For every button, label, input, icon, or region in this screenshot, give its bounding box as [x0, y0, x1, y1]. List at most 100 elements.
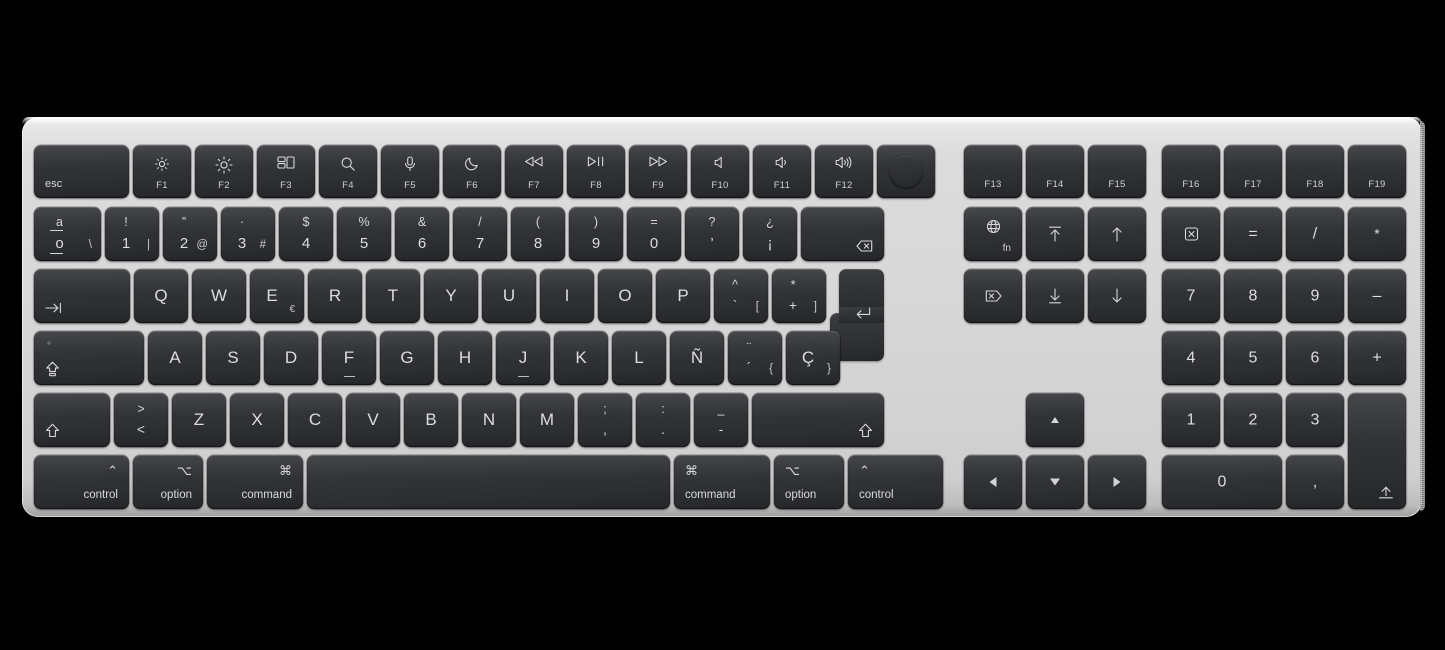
key-num-plus[interactable]: + [1348, 331, 1406, 385]
key-8[interactable]: ( 8 [511, 207, 565, 261]
key-f2[interactable]: F2 [195, 145, 253, 198]
key-f4[interactable]: F4 [319, 145, 377, 198]
key-9[interactable]: ) 9 [569, 207, 623, 261]
key-shift-right[interactable] [752, 393, 884, 447]
key-page-down[interactable] [1026, 269, 1084, 323]
key-arrow-down[interactable] [1026, 455, 1084, 509]
key-h[interactable]: H [438, 331, 492, 385]
key-v[interactable]: V [346, 393, 400, 447]
key-num-enter[interactable] [1348, 393, 1406, 509]
key-y[interactable]: Y [424, 269, 478, 323]
key-c[interactable]: C [288, 393, 342, 447]
key-f12[interactable]: F12 [815, 145, 873, 198]
key-num-3[interactable]: 3 [1286, 393, 1344, 447]
key-d[interactable]: D [264, 331, 318, 385]
key-z[interactable]: Z [172, 393, 226, 447]
key-diaeresis[interactable]: ¨ ´ { [728, 331, 782, 385]
key-num-comma[interactable]: , [1286, 455, 1344, 509]
key-f5[interactable]: F5 [381, 145, 439, 198]
key-arrow-down-nav[interactable] [1088, 269, 1146, 323]
key-num-7[interactable]: 7 [1162, 269, 1220, 323]
key-5[interactable]: % 5 [337, 207, 391, 261]
key-num-9[interactable]: 9 [1286, 269, 1344, 323]
key-f16[interactable]: F16 [1162, 145, 1220, 198]
key-delete[interactable] [801, 207, 884, 261]
key-r[interactable]: R [308, 269, 362, 323]
key-command-left[interactable]: ⌘ command [207, 455, 303, 509]
key-f9[interactable]: F9 [629, 145, 687, 198]
key-f13[interactable]: F13 [964, 145, 1022, 198]
key-w[interactable]: W [192, 269, 246, 323]
key-grave[interactable]: ^ ` [ [714, 269, 768, 323]
key-space[interactable] [307, 455, 670, 509]
key-o[interactable]: O [598, 269, 652, 323]
key-shift-left[interactable] [34, 393, 110, 447]
key-6[interactable]: & 6 [395, 207, 449, 261]
key-s[interactable]: S [206, 331, 260, 385]
key-num-minus[interactable]: – [1348, 269, 1406, 323]
key-fn[interactable]: fn [964, 207, 1022, 261]
key-0[interactable]: = 0 [627, 207, 681, 261]
key-num-6[interactable]: 6 [1286, 331, 1344, 385]
key-capslock[interactable] [34, 331, 144, 385]
key-4[interactable]: $ 4 [279, 207, 333, 261]
key-option-left[interactable]: ⌥ option [133, 455, 203, 509]
key-apostrophe[interactable]: ? ’ [685, 207, 739, 261]
key-m[interactable]: M [520, 393, 574, 447]
key-num-divide[interactable]: / [1286, 207, 1344, 261]
key-n[interactable]: N [462, 393, 516, 447]
key-num-4[interactable]: 4 [1162, 331, 1220, 385]
key-num-multiply[interactable]: * [1348, 207, 1406, 261]
key-f15[interactable]: F15 [1088, 145, 1146, 198]
key-f17[interactable]: F17 [1224, 145, 1282, 198]
key-f14[interactable]: F14 [1026, 145, 1084, 198]
key-q[interactable]: Q [134, 269, 188, 323]
key-f18[interactable]: F18 [1286, 145, 1344, 198]
key-a[interactable]: A [148, 331, 202, 385]
key-esc[interactable]: esc [34, 145, 129, 198]
key-home-up[interactable] [1088, 207, 1146, 261]
key-p[interactable]: P [656, 269, 710, 323]
key-num-clear[interactable] [1162, 207, 1220, 261]
key-f10[interactable]: F10 [691, 145, 749, 198]
key-plus[interactable]: * + ] [772, 269, 826, 323]
key-f3[interactable]: F3 [257, 145, 315, 198]
key-period[interactable]: : . [636, 393, 690, 447]
key-g[interactable]: G [380, 331, 434, 385]
key-num-equals[interactable]: = [1224, 207, 1282, 261]
key-f6[interactable]: F6 [443, 145, 501, 198]
key-option-right[interactable]: ⌥ option [774, 455, 844, 509]
key-touch-id[interactable] [877, 145, 935, 198]
key-enye[interactable]: Ñ [670, 331, 724, 385]
key-arrow-right[interactable] [1088, 455, 1146, 509]
key-arrow-left[interactable] [964, 455, 1022, 509]
key-e[interactable]: E € [250, 269, 304, 323]
key-t[interactable]: T [366, 269, 420, 323]
key-x[interactable]: X [230, 393, 284, 447]
key-f1[interactable]: F1 [133, 145, 191, 198]
key-ordinal[interactable]: a o \ [34, 207, 101, 261]
key-num-2[interactable]: 2 [1224, 393, 1282, 447]
key-control-left[interactable]: ⌃ control [34, 455, 129, 509]
key-num-1[interactable]: 1 [1162, 393, 1220, 447]
key-3[interactable]: · 3 # [221, 207, 275, 261]
key-f7[interactable]: F7 [505, 145, 563, 198]
key-command-right[interactable]: ⌘ command [674, 455, 770, 509]
key-f[interactable]: F [322, 331, 376, 385]
key-comma[interactable]: ; , [578, 393, 632, 447]
key-f11[interactable]: F11 [753, 145, 811, 198]
key-forward-delete[interactable] [964, 269, 1022, 323]
key-1[interactable]: ! 1 | [105, 207, 159, 261]
key-u[interactable]: U [482, 269, 536, 323]
key-b[interactable]: B [404, 393, 458, 447]
key-2[interactable]: ” 2 @ [163, 207, 217, 261]
key-f8[interactable]: F8 [567, 145, 625, 198]
key-inverted-question[interactable]: ¿ ¡ [743, 207, 797, 261]
key-ccedilla[interactable]: Ç } [786, 331, 840, 385]
key-j[interactable]: J [496, 331, 550, 385]
key-f19[interactable]: F19 [1348, 145, 1406, 198]
key-tab[interactable] [34, 269, 130, 323]
key-page-up[interactable] [1026, 207, 1084, 261]
key-control-right[interactable]: ⌃ control [848, 455, 943, 509]
key-num-0[interactable]: 0 [1162, 455, 1282, 509]
